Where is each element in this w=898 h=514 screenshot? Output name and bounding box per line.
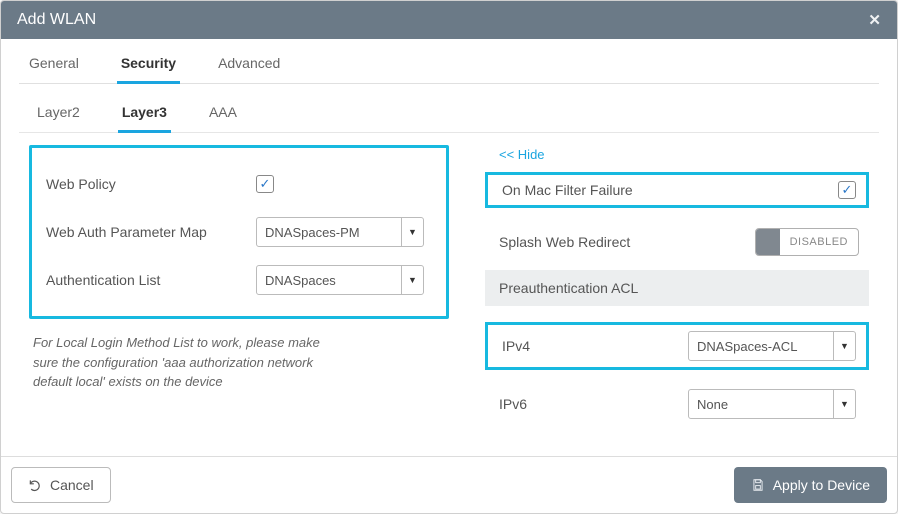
tab-advanced[interactable]: Advanced bbox=[214, 49, 284, 83]
note-text: For Local Login Method List to work, ple… bbox=[29, 333, 329, 392]
splash-row: Splash Web Redirect DISABLED bbox=[485, 220, 869, 264]
web-policy-row: Web Policy ✓ bbox=[46, 160, 432, 208]
toggle-knob bbox=[756, 229, 780, 255]
apply-label: Apply to Device bbox=[773, 477, 870, 493]
cancel-label: Cancel bbox=[50, 477, 94, 493]
right-column: << Hide On Mac Filter Failure ✓ Splash W… bbox=[459, 139, 879, 432]
add-wlan-modal: Add WLAN ✕ General Security Advanced Lay… bbox=[0, 0, 898, 514]
undo-icon bbox=[28, 478, 42, 492]
auth-list-dropdown[interactable]: DNASpaces ▼ bbox=[256, 265, 424, 295]
ipv4-label: IPv4 bbox=[502, 338, 530, 354]
splash-toggle-label: DISABLED bbox=[780, 236, 858, 248]
tabs-secondary: Layer2 Layer3 AAA bbox=[19, 84, 879, 133]
left-highlight-box: Web Policy ✓ Web Auth Parameter Map DNAS… bbox=[29, 145, 449, 319]
modal-title: Add WLAN bbox=[17, 11, 96, 29]
cancel-button[interactable]: Cancel bbox=[11, 467, 111, 503]
modal-body: General Security Advanced Layer2 Layer3 … bbox=[1, 39, 897, 456]
auth-list-value: DNASpaces bbox=[257, 273, 401, 288]
web-auth-param-label: Web Auth Parameter Map bbox=[46, 224, 256, 240]
tab-layer3[interactable]: Layer3 bbox=[118, 98, 171, 132]
tabs-primary: General Security Advanced bbox=[19, 39, 879, 84]
chevron-down-icon: ▼ bbox=[833, 332, 855, 360]
web-policy-checkbox[interactable]: ✓ bbox=[256, 175, 274, 193]
ipv4-value: DNASpaces-ACL bbox=[689, 339, 833, 354]
tab-layer2[interactable]: Layer2 bbox=[33, 98, 84, 132]
mac-filter-label: On Mac Filter Failure bbox=[502, 182, 633, 198]
mac-filter-checkbox[interactable]: ✓ bbox=[838, 181, 856, 199]
chevron-down-icon: ▼ bbox=[833, 390, 855, 418]
mac-filter-highlight: On Mac Filter Failure ✓ bbox=[485, 172, 869, 208]
ipv6-row: IPv6 None ▼ bbox=[485, 382, 869, 426]
hide-link[interactable]: << Hide bbox=[485, 145, 545, 172]
chevron-down-icon: ▼ bbox=[401, 218, 423, 246]
ipv6-label: IPv6 bbox=[499, 396, 527, 412]
left-column: Web Policy ✓ Web Auth Parameter Map DNAS… bbox=[19, 139, 459, 432]
modal-footer: Cancel Apply to Device bbox=[1, 456, 897, 513]
close-icon[interactable]: ✕ bbox=[868, 11, 881, 29]
apply-button[interactable]: Apply to Device bbox=[734, 467, 887, 503]
tab-security[interactable]: Security bbox=[117, 49, 180, 83]
auth-list-label: Authentication List bbox=[46, 272, 256, 288]
ipv6-value: None bbox=[689, 397, 833, 412]
web-auth-param-dropdown[interactable]: DNASpaces-PM ▼ bbox=[256, 217, 424, 247]
tab-general[interactable]: General bbox=[25, 49, 83, 83]
chevron-down-icon: ▼ bbox=[401, 266, 423, 294]
save-icon bbox=[751, 478, 765, 492]
modal-header: Add WLAN ✕ bbox=[1, 1, 897, 39]
auth-list-row: Authentication List DNASpaces ▼ bbox=[46, 256, 432, 304]
ipv6-dropdown[interactable]: None ▼ bbox=[688, 389, 856, 419]
content-area: Web Policy ✓ Web Auth Parameter Map DNAS… bbox=[19, 133, 879, 442]
preauth-section-header: Preauthentication ACL bbox=[485, 270, 869, 306]
web-policy-label: Web Policy bbox=[46, 176, 256, 192]
ipv4-dropdown[interactable]: DNASpaces-ACL ▼ bbox=[688, 331, 856, 361]
ipv4-highlight-row: IPv4 DNASpaces-ACL ▼ bbox=[485, 322, 869, 370]
web-auth-param-row: Web Auth Parameter Map DNASpaces-PM ▼ bbox=[46, 208, 432, 256]
web-auth-param-value: DNASpaces-PM bbox=[257, 225, 401, 240]
splash-label: Splash Web Redirect bbox=[499, 234, 630, 250]
tab-aaa[interactable]: AAA bbox=[205, 98, 241, 132]
splash-toggle[interactable]: DISABLED bbox=[755, 228, 859, 256]
